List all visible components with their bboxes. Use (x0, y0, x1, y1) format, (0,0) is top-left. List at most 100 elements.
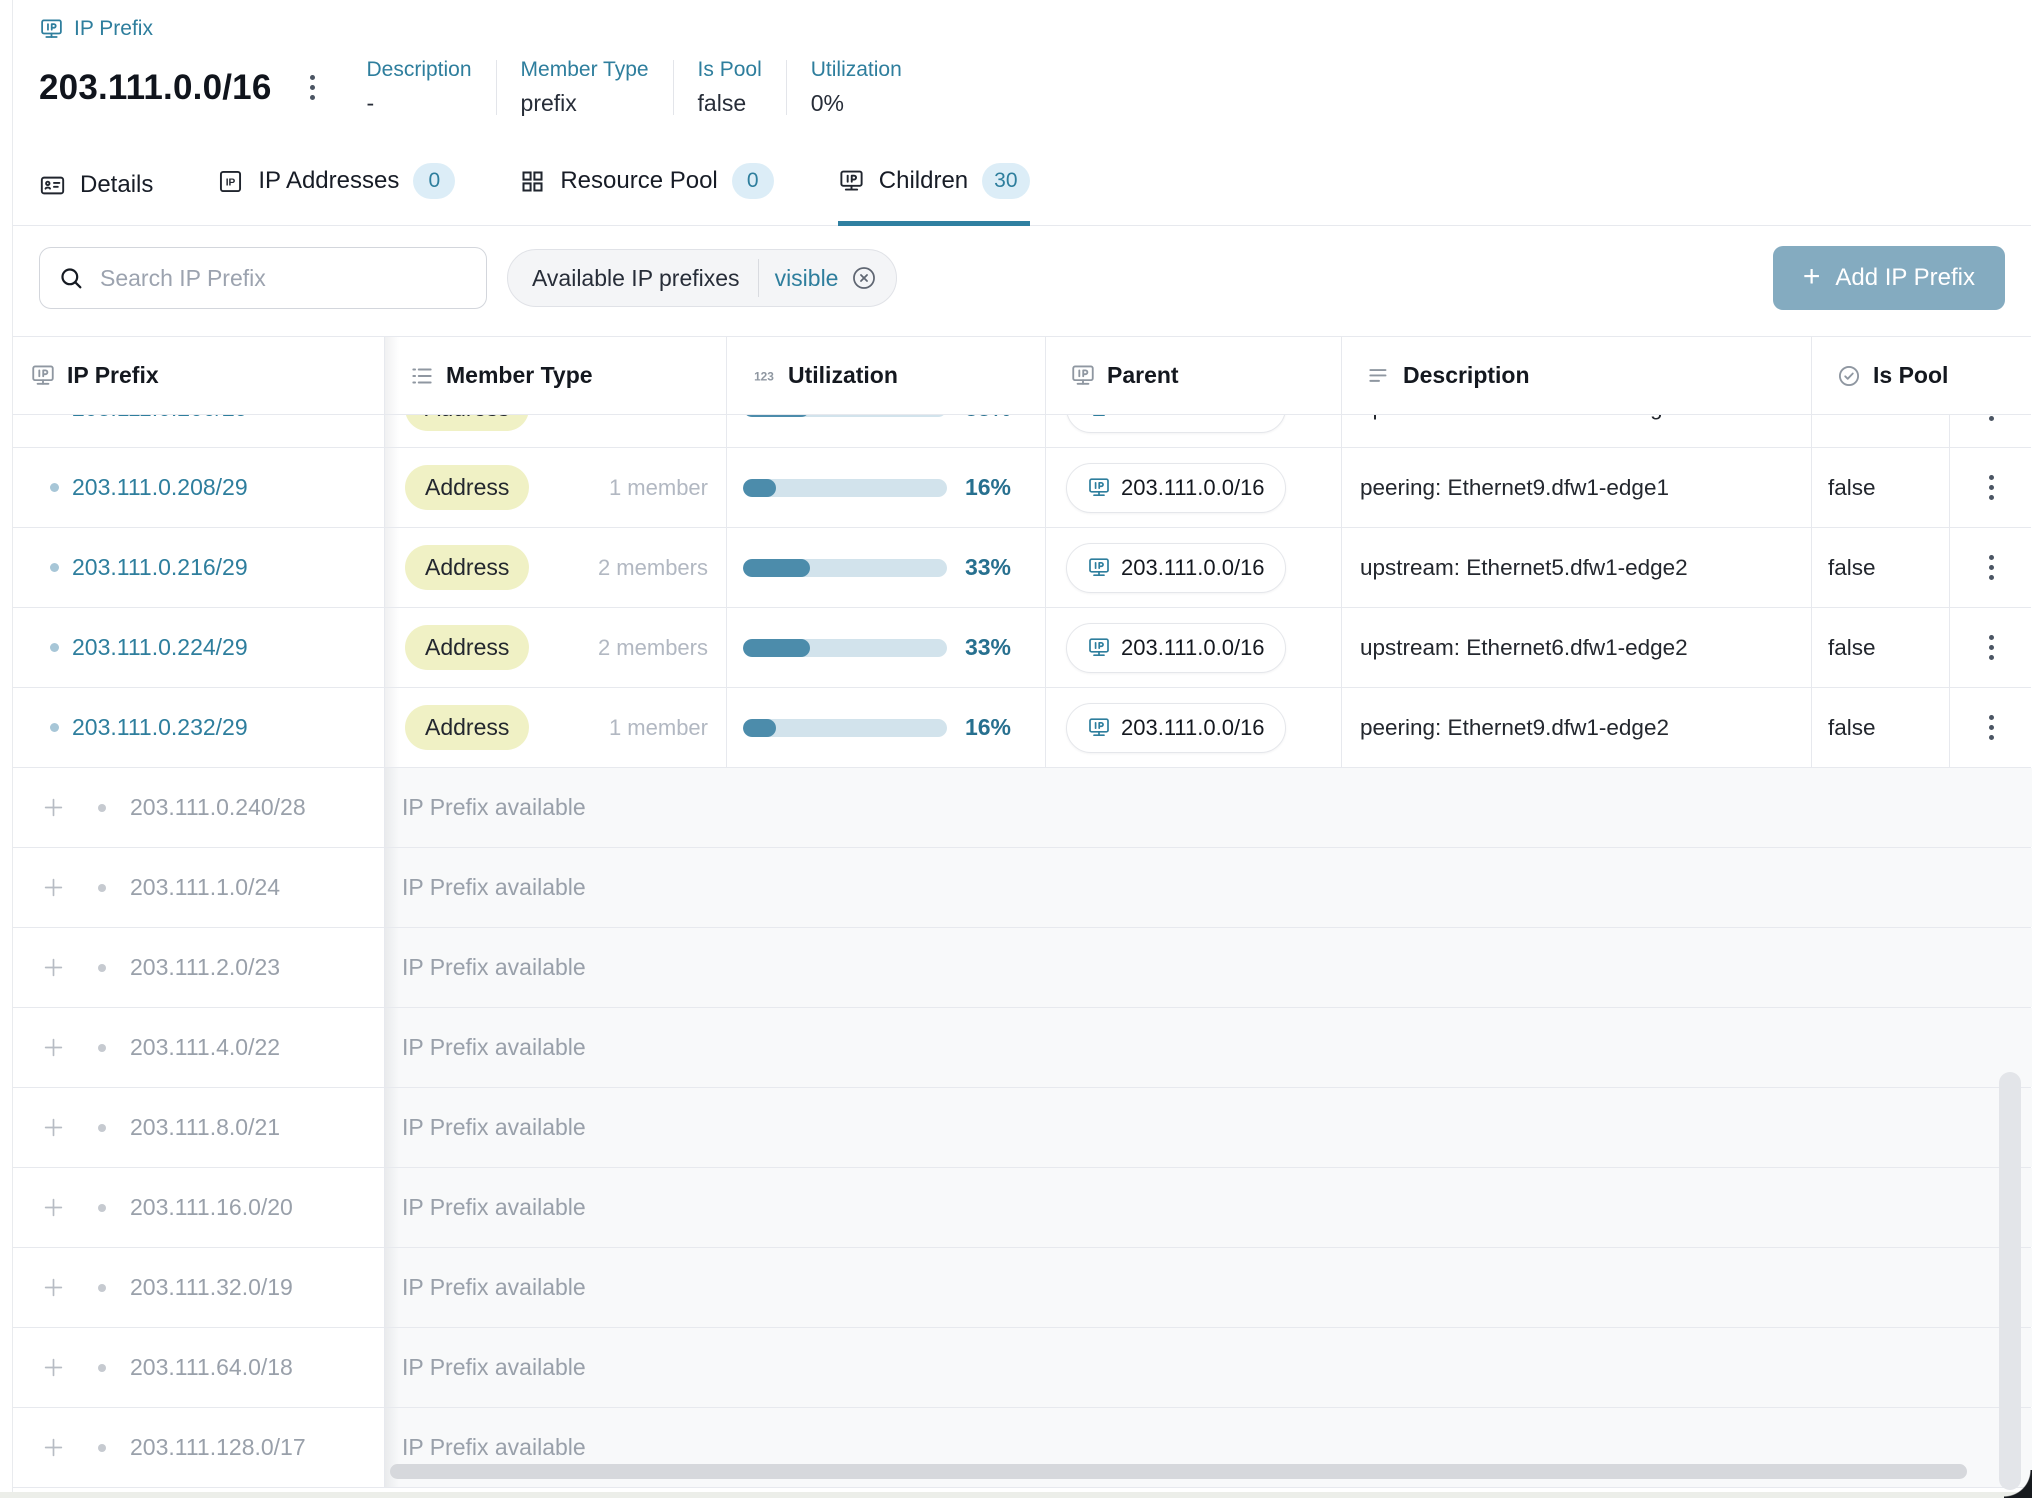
status-dot-icon (98, 884, 106, 892)
prefix-link[interactable]: 203.111.0.216/29 (72, 554, 248, 581)
filter-chip-available-visible[interactable]: Available IP prefixes visible (507, 249, 897, 307)
utilization-percent: 33% (965, 554, 1011, 581)
prefix-cell: 203.111.0.208/29 (13, 448, 385, 527)
available-prefix-label[interactable]: 203.111.128.0/17 (130, 1434, 306, 1461)
available-prefix-label[interactable]: 203.111.2.0/23 (130, 954, 280, 981)
utilization-cell: 33% (727, 528, 1046, 607)
table-row: 203.111.0.208/29Address1 member16%203.11… (13, 448, 2031, 528)
expand-plus-icon[interactable] (40, 1194, 67, 1221)
prefix-link[interactable]: 203.111.0.232/29 (72, 714, 248, 741)
tab-label: Details (80, 171, 153, 199)
parent-link-pill[interactable]: 203.111.0.0/16 (1066, 415, 1286, 433)
table-row: 203.111.64.0/18IP Prefix available (13, 1328, 2031, 1408)
row-kebab-menu-icon[interactable] (1979, 415, 2004, 427)
actions-cell (1949, 608, 2032, 687)
available-prefix-cell: 203.111.4.0/22 (13, 1008, 385, 1087)
status-dot-icon (50, 483, 59, 492)
title-kebab-menu-icon[interactable] (300, 69, 325, 106)
prefix-link[interactable]: 203.111.0.208/29 (72, 474, 248, 501)
available-prefix-label[interactable]: 203.111.32.0/19 (130, 1274, 293, 1301)
status-dot-icon (50, 563, 59, 572)
utilization-cell: 33% (727, 608, 1046, 687)
horizontal-scrollbar[interactable] (390, 1464, 1967, 1479)
utilization-bar (743, 559, 947, 577)
prefix-link[interactable]: 203.111.0.200/29 (72, 415, 248, 422)
parent-cell: 203.111.0.0/16 (1046, 608, 1342, 687)
expand-plus-icon[interactable] (40, 1274, 67, 1301)
table-row: 203.111.4.0/22IP Prefix available (13, 1008, 2031, 1088)
parent-link-pill[interactable]: 203.111.0.0/16 (1066, 463, 1286, 513)
page-title: 203.111.0.0/16 (39, 68, 272, 108)
expand-plus-icon[interactable] (40, 1434, 67, 1461)
window-corner (2004, 1470, 2032, 1498)
tab-label: Children (879, 167, 968, 195)
divider (673, 60, 674, 115)
tab-details[interactable]: Details (39, 171, 153, 225)
row-kebab-menu-icon[interactable] (1979, 469, 2004, 506)
column-header-utilization[interactable]: 123 Utilization (727, 337, 1046, 414)
column-header-is-pool[interactable]: Is Pool (1812, 337, 1949, 414)
toolbar: Available IP prefixes visible + Add IP P… (13, 226, 2031, 336)
parent-link-pill[interactable]: 203.111.0.0/16 (1066, 543, 1286, 593)
table-row: 203.111.0.200/29 Address2 members33% 203.1… (13, 415, 2031, 448)
member-type-cell: Address2 members (385, 608, 727, 687)
table-body: 203.111.0.200/29Address2 members33%203.1… (13, 415, 2031, 1488)
expand-plus-icon[interactable] (40, 1354, 67, 1381)
summary-label: Description (367, 58, 472, 82)
expand-plus-icon[interactable] (40, 874, 67, 901)
column-header-ip-prefix[interactable]: IP Prefix (13, 337, 385, 414)
column-label: IP Prefix (67, 362, 159, 389)
column-header-description[interactable]: Description (1342, 337, 1812, 414)
expand-plus-icon[interactable] (40, 1114, 67, 1141)
available-prefix-label[interactable]: 203.111.64.0/18 (130, 1354, 293, 1381)
available-prefix-label[interactable]: 203.111.8.0/21 (130, 1114, 280, 1141)
filter-chip-label: Available IP prefixes (532, 265, 758, 292)
tab-ip-addresses[interactable]: IP IP Addresses 0 (217, 163, 455, 225)
available-prefix-label[interactable]: 203.111.4.0/22 (130, 1034, 280, 1061)
parent-cell: 203.111.0.0/16 (1046, 688, 1342, 767)
available-prefix-cell: 203.111.16.0/20 (13, 1168, 385, 1247)
is-pool-cell: false (1812, 448, 1949, 527)
utilization-cell: 33% (727, 415, 1046, 448)
tab-children[interactable]: Children 30 (838, 163, 1030, 225)
parent-link-pill[interactable]: 203.111.0.0/16 (1066, 703, 1286, 753)
member-type-cell: Address2 members (385, 415, 727, 448)
parent-cell: 203.111.0.0/16 (1046, 448, 1342, 527)
circle-x-icon[interactable] (850, 264, 878, 292)
summary-label: Is Pool (698, 58, 762, 82)
prefix-link[interactable]: 203.111.0.224/29 (72, 634, 248, 661)
search-icon (57, 264, 85, 292)
row-kebab-menu-icon[interactable] (1979, 709, 2004, 746)
column-label: Is Pool (1873, 362, 1948, 389)
list-icon (409, 363, 435, 389)
tab-bar: Details IP IP Addresses 0 Resource Pool … (13, 136, 2031, 226)
member-type-badge: Address (405, 415, 529, 431)
available-status-text: IP Prefix available (402, 1434, 586, 1461)
description-cell: upstream: Ethernet5.dfw1-edge2 (1342, 528, 1812, 607)
column-header-parent[interactable]: Parent (1046, 337, 1342, 414)
svg-text:IP: IP (226, 177, 236, 188)
divider (496, 60, 497, 115)
utilization-bar (743, 639, 947, 657)
row-kebab-menu-icon[interactable] (1979, 549, 2004, 586)
parent-link-pill[interactable]: 203.111.0.0/16 (1066, 623, 1286, 673)
status-dot-icon (98, 964, 106, 972)
expand-plus-icon[interactable] (40, 954, 67, 981)
tab-resource-pool[interactable]: Resource Pool 0 (519, 163, 773, 225)
add-ip-prefix-button[interactable]: + Add IP Prefix (1773, 246, 2005, 310)
column-header-member-type[interactable]: Member Type (385, 337, 727, 414)
search-input[interactable] (39, 247, 487, 309)
available-prefix-label[interactable]: 203.111.1.0/24 (130, 874, 280, 901)
prefix-icon (1087, 476, 1111, 500)
expand-plus-icon[interactable] (40, 794, 67, 821)
available-prefix-label[interactable]: 203.111.0.240/28 (130, 794, 306, 821)
is-pool-cell: false (1812, 528, 1949, 607)
available-status-text: IP Prefix available (402, 1114, 586, 1141)
expand-plus-icon[interactable] (40, 1034, 67, 1061)
status-dot-icon (98, 1284, 106, 1292)
prefix-icon (1087, 415, 1111, 420)
row-kebab-menu-icon[interactable] (1979, 629, 2004, 666)
available-prefix-label[interactable]: 203.111.16.0/20 (130, 1194, 293, 1221)
vertical-scrollbar[interactable] (1999, 1072, 2021, 1490)
table-row: 203.111.16.0/20IP Prefix available (13, 1168, 2031, 1248)
